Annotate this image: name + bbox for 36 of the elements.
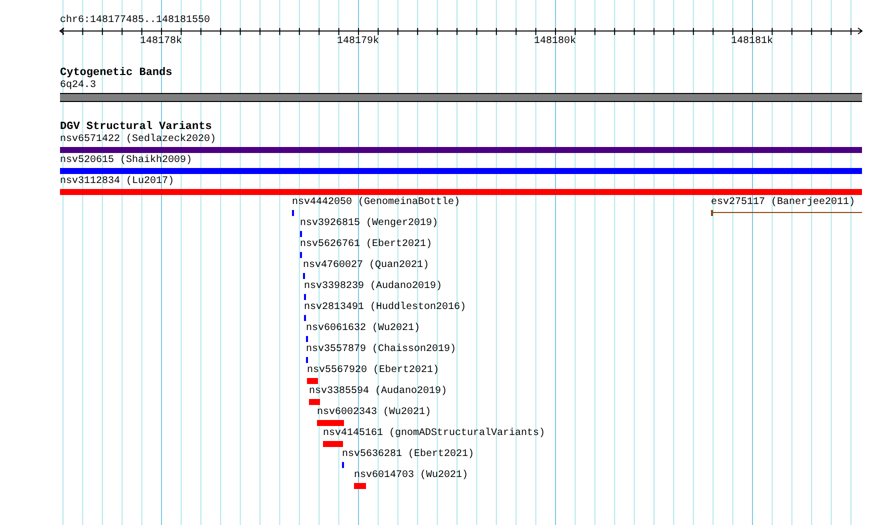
variant-bar[interactable]: [309, 399, 320, 405]
ruler-tick-label: 148180k: [534, 36, 576, 48]
feature-label: nsv6002343 (Wu2021): [317, 407, 432, 419]
feature-label: nsv3926815 (Wenger2019): [300, 218, 438, 230]
variant-bar[interactable]: [60, 147, 862, 153]
ruler-tick-label: 148181k: [731, 36, 773, 48]
feature-label: nsv2813491 (Huddleston2016): [304, 302, 466, 314]
feature-label: nsv3398239 (Audano2019): [304, 281, 442, 293]
feature-label: nsv6061632 (Wu2021): [306, 323, 420, 335]
variant-bar[interactable]: [323, 441, 343, 447]
variant-bar[interactable]: [60, 168, 862, 174]
feature-label: nsv3557879 (Chaisson2019): [306, 344, 456, 356]
ruler-tick-label: 148179k: [337, 36, 379, 48]
feature-label: nsv6014703 (Wu2021): [354, 470, 468, 482]
feature-label: nsv5636281 (Ebert2021): [342, 449, 474, 461]
feature-label: esv275117 (Banerjee2011): [711, 197, 856, 209]
feature-label: nsv5567920 (Ebert2021): [307, 365, 440, 377]
feature-label: nsv4442050 (GenomeinaBottle): [292, 197, 460, 209]
variant-line[interactable]: [711, 210, 862, 216]
feature-label: 6q24.3: [60, 80, 96, 92]
variant-bar[interactable]: [60, 189, 862, 195]
feature-label: nsv4145161 (gnomADStructuralVariants): [323, 428, 546, 440]
track-title: DGV Structural Variants: [60, 120, 212, 134]
feature-label: nsv4760027 (Quan2021): [303, 260, 430, 272]
feature-label: nsv3112834 (Lu2017): [60, 176, 174, 188]
feature-label: nsv3385594 (Audano2019): [309, 386, 448, 398]
location-label: chr6:148177485..148181550: [60, 15, 210, 27]
feature-label: nsv6571422 (Sedlazeck2020): [60, 134, 216, 146]
variant-bar[interactable]: [317, 420, 344, 426]
track-title: Cytogenetic Bands: [60, 66, 172, 80]
feature-label: nsv520615 (Shaikh2009): [60, 155, 192, 167]
chromosome-band[interactable]: [60, 93, 862, 102]
ruler-tick-label: 148178k: [140, 36, 182, 48]
variant-bar[interactable]: [354, 483, 366, 489]
variant-bar[interactable]: [307, 378, 318, 384]
feature-label: nsv5626761 (Ebert2021): [300, 239, 432, 251]
